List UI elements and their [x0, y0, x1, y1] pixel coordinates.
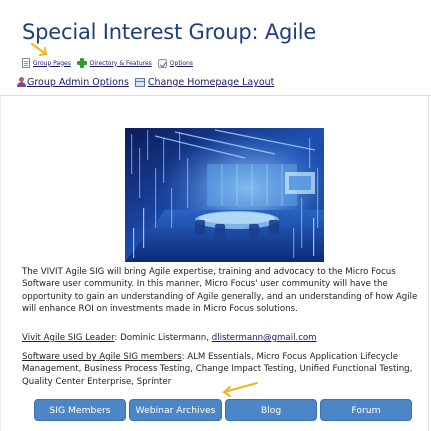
webinar-archives-button[interactable]: Webinar Archives	[129, 399, 222, 421]
leader-email-link[interactable]: dlistermann@gmail.com	[212, 333, 317, 343]
directory-features-label: Directory & Features	[89, 59, 152, 67]
group-toolbar: Group Pages Directory & Features Options	[22, 57, 199, 69]
options-link[interactable]: Options	[157, 58, 193, 68]
sig-leader: Vivit Agile SIG Leader: Dominic Listerma…	[22, 332, 317, 344]
header-divider	[0, 95, 431, 96]
sig-description: The VIVIT Agile SIG will bring Agile exp…	[22, 267, 418, 314]
left-border	[0, 96, 1, 431]
directory-features-link[interactable]: Directory & Features	[76, 58, 152, 68]
group-pages-link[interactable]: Group Pages	[22, 58, 71, 68]
admin-links: Group Admin Options Change Homepage Layo…	[16, 77, 280, 88]
software-used: Software used by Agile SIG members: ALM …	[22, 351, 426, 388]
forum-button[interactable]: Forum	[320, 399, 412, 421]
page: Special Interest Group: Agile Group Page…	[0, 0, 431, 431]
add-icon	[76, 58, 87, 68]
group-admin-options-label: Group Admin Options	[27, 77, 129, 88]
document-icon	[22, 58, 30, 68]
software-label: Software used by Agile SIG members	[22, 352, 182, 362]
user-icon	[16, 77, 26, 88]
layout-icon	[134, 78, 145, 87]
agile-hero-image	[125, 128, 324, 262]
sig-content: The VIVIT Agile SIG will bring Agile exp…	[22, 266, 426, 387]
sig-nav-buttons: SIG Members Webinar Archives Blog Forum	[34, 399, 412, 421]
blog-button[interactable]: Blog	[225, 399, 317, 421]
sig-leader-name: : Dominic Listermann,	[114, 333, 212, 343]
options-icon	[157, 58, 167, 68]
group-pages-label: Group Pages	[33, 59, 71, 67]
sig-members-button[interactable]: SIG Members	[34, 399, 126, 421]
annotation-arrow	[31, 43, 48, 56]
change-homepage-layout-label: Change Homepage Layout	[147, 77, 275, 88]
right-border	[428, 96, 429, 431]
digital-office-illustration	[125, 128, 324, 262]
page-title: Special Interest Group: Agile	[22, 20, 317, 44]
group-admin-options-link[interactable]: Group Admin Options	[16, 77, 129, 88]
sig-leader-label: Vivit Agile SIG Leader	[22, 333, 115, 343]
change-homepage-layout-link[interactable]: Change Homepage Layout	[134, 77, 275, 88]
options-label: Options	[169, 59, 193, 67]
